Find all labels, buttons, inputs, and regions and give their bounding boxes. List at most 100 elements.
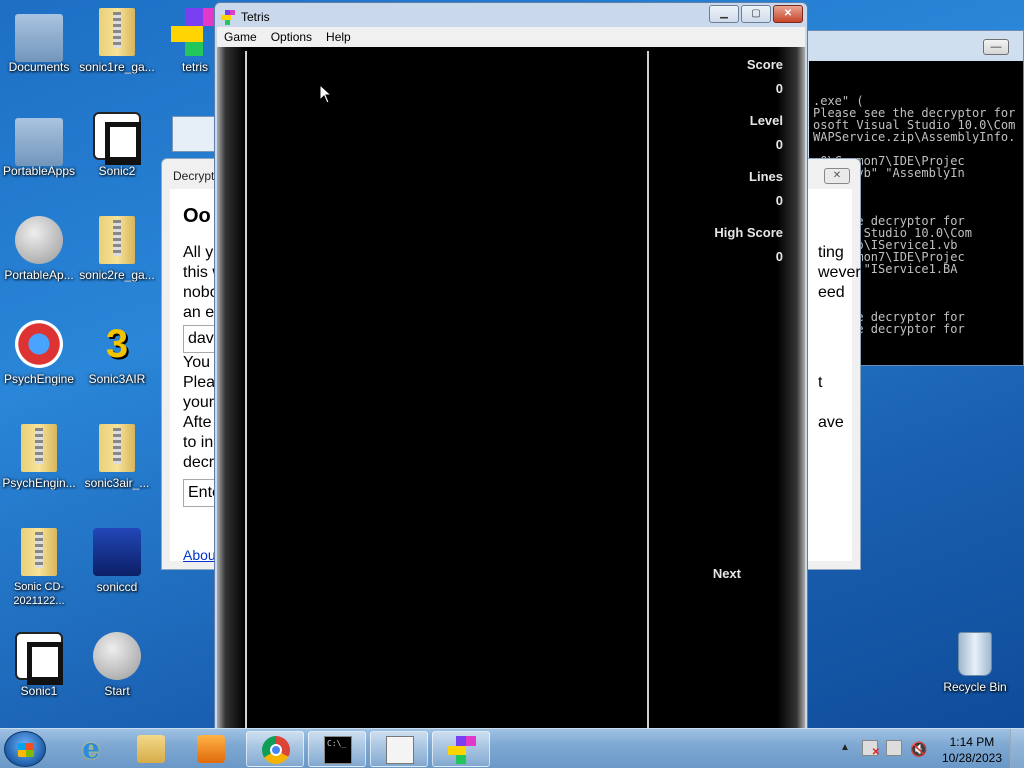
level-value: 0 [775, 137, 783, 152]
lines-value: 0 [775, 193, 783, 208]
decryptor-text-line: Afte [183, 414, 212, 431]
decryptor-title: Decrypt [173, 169, 215, 183]
desktop-icon-soniccd-zip[interactable]: Sonic CD-2021122... [0, 528, 78, 608]
decryptor-text-line: your [183, 394, 215, 411]
taskbar-file-explorer[interactable] [122, 731, 180, 767]
close-button[interactable]: ✕ [773, 5, 803, 23]
zip-folder-icon [99, 424, 135, 472]
maximize-button[interactable]: ▢ [741, 5, 771, 23]
score-label: Score [746, 57, 783, 72]
desktop-icon-portableapps[interactable]: PortableApps [0, 112, 78, 178]
taskbar-chrome[interactable] [246, 731, 304, 767]
desktop-icon-label: PortableApps [2, 164, 76, 178]
desktop-icon-recycle-bin[interactable]: Recycle Bin [936, 632, 1014, 694]
desktop-icon-label: Start [104, 684, 130, 698]
desktop-icon-label: Documents [8, 60, 70, 74]
menu-bar: Game Options Help [217, 27, 805, 47]
menu-game[interactable]: Game [217, 27, 264, 47]
internet-explorer-icon: e [82, 732, 100, 765]
action-center-icon[interactable]: ✕ [862, 740, 880, 758]
sonic3air-icon: 3 [105, 322, 129, 366]
desktop-icon-sonic3air-zip[interactable]: sonic3air_... [78, 424, 156, 490]
console-titlebar[interactable]: — [807, 31, 1023, 61]
minimize-button[interactable]: ▁ [709, 5, 739, 23]
lines-label: Lines [749, 169, 783, 184]
window-title: Tetris [241, 10, 270, 24]
next-piece-label: Next [712, 566, 741, 581]
start-button[interactable] [4, 731, 46, 767]
show-desktop-button[interactable] [1010, 729, 1024, 768]
minimize-icon[interactable]: — [983, 39, 1009, 55]
menu-options[interactable]: Options [264, 27, 319, 47]
tetris-titlebar[interactable]: Tetris [221, 7, 270, 27]
psychengine-icon [15, 320, 63, 368]
desktop-icon-psychengine[interactable]: PsychEngine [0, 320, 78, 386]
sonic-app-icon [15, 632, 63, 685]
taskbar-internet-explorer[interactable]: e [62, 731, 120, 767]
desktop-icon-sonic2re-zip[interactable]: sonic2re_ga... [78, 216, 156, 282]
desktop-icon-sonic3air[interactable]: 3 Sonic3AIR [78, 320, 156, 386]
desktop-icon-label: Sonic2 [98, 164, 136, 178]
chrome-icon [262, 736, 290, 764]
desktop-icon-label: sonic2re_ga... [79, 268, 155, 282]
desktop-icon-label: soniccd [96, 580, 138, 594]
desktop-icon-documents[interactable]: Documents [0, 8, 78, 74]
desktop-icon-label: PsychEngin... [2, 476, 76, 490]
console-line: WAPService.zip\AssemblyInfo. [813, 130, 1016, 144]
desktop-icon-label: Sonic1 [20, 684, 58, 698]
soniccd-icon [93, 528, 141, 576]
sonic-app-icon [93, 112, 141, 165]
zip-folder-icon [21, 424, 57, 472]
tetris-icon [221, 10, 235, 25]
level-label: Level [749, 113, 783, 128]
clock-time: 1:14 PM [949, 735, 995, 749]
desktop-icon-start[interactable]: Start [78, 632, 156, 698]
desktop-icon-psychengine-zip[interactable]: PsychEngin... [0, 424, 78, 490]
score-value: 0 [775, 81, 783, 96]
decryptor-text-line: an e [183, 304, 215, 321]
clock[interactable]: 1:14 PM 10/28/2023 [942, 734, 1002, 766]
desktop-icon-label: sonic1re_ga... [79, 60, 155, 74]
decryptor-text-line: decr [183, 454, 215, 471]
desktop-icon-label: PortableAp... [4, 268, 74, 282]
folder-icon [137, 735, 165, 763]
volume-muted-icon[interactable]: 🔇 [910, 741, 927, 758]
game-area[interactable]: Score 0 Level 0 Lines 0 High Score 0 Nex… [217, 47, 805, 731]
desktop-icon-label: Recycle Bin [943, 680, 1007, 694]
desktop-icon-label: sonic3air_... [84, 476, 150, 490]
folder-icon [15, 14, 63, 62]
taskbar-decryptor[interactable] [370, 731, 428, 767]
desktop-icon-sonic2[interactable]: Sonic2 [78, 112, 156, 178]
decryptor-about-link[interactable]: Abou [183, 547, 216, 563]
desktop-icon-sonic1re-zip[interactable]: sonic1re_ga... [78, 8, 156, 74]
network-icon[interactable] [886, 740, 902, 756]
recycle-bin-icon [958, 632, 992, 676]
desktop-icon-sonic1[interactable]: Sonic1 [0, 632, 78, 698]
tetris-board[interactable] [245, 51, 649, 731]
menu-help[interactable]: Help [319, 27, 358, 47]
high-score-label: High Score [714, 225, 783, 240]
desktop-icon-label: PsychEngine [3, 372, 75, 386]
tetris-window[interactable]: Tetris ▁ ▢ ✕ Game Options Help Score 0 L… [214, 2, 808, 732]
portableapps-icon [15, 216, 63, 264]
decryptor-text-line: t [818, 374, 823, 391]
desktop-icon-label: Sonic3AIR [88, 372, 146, 386]
taskbar-media-player[interactable] [182, 731, 240, 767]
decryptor-text-line: eed [818, 284, 845, 301]
close-icon[interactable]: ✕ [824, 168, 850, 184]
show-hidden-icons-icon[interactable]: ▲ [840, 742, 850, 753]
taskbar: e C:\_ ▲ ✕ 🔇 1:14 PM 10/28/2023 [0, 728, 1024, 768]
application-window-icon [386, 736, 414, 764]
desktop-icon-soniccd[interactable]: soniccd [78, 528, 156, 594]
taskbar-command-prompt[interactable]: C:\_ [308, 731, 366, 767]
decryptor-text-line: You [183, 354, 210, 371]
zip-folder-icon [21, 528, 57, 576]
taskbar-tetris[interactable] [432, 731, 490, 767]
window-app-icon[interactable] [172, 116, 216, 152]
tetris-icon [448, 736, 476, 764]
media-player-icon [197, 735, 225, 763]
decryptor-text-line: wever, [818, 264, 865, 281]
zip-folder-icon [99, 8, 135, 56]
desktop-icon-label: Sonic CD-2021122... [13, 581, 65, 607]
desktop-icon-portableapps-platform[interactable]: PortableAp... [0, 216, 78, 282]
